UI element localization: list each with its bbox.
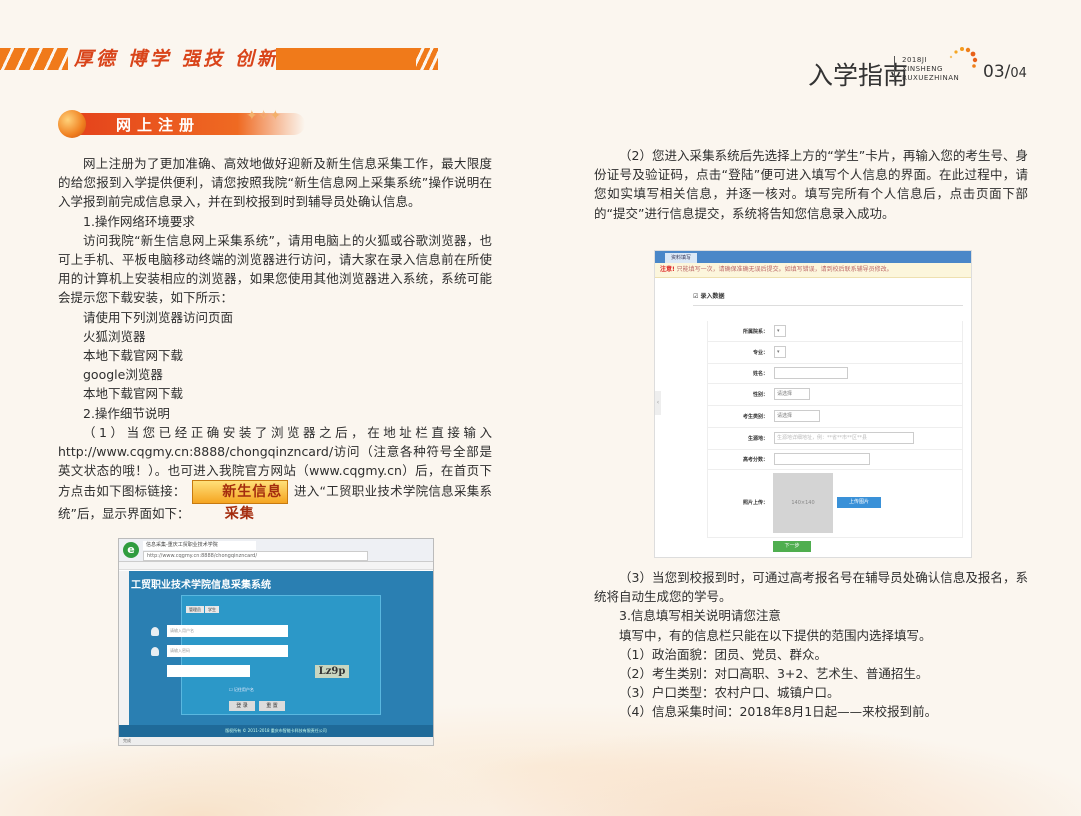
browser-paragraph: 访问我院“新生信息网上采集系统”，请用电脑上的火狐或谷歌浏览器，也可上手机、平板… (58, 232, 492, 306)
field-label: 考生类别： (742, 414, 768, 420)
info-collect-link-button[interactable]: 新生信息采集 (191, 480, 288, 522)
password-input[interactable]: 请输入密码 (167, 645, 288, 657)
login-buttons: 登 录重 置 (229, 701, 289, 711)
browser-toolbar: e 信息采集-重庆工贸职业技术学院 http://www.cqgmy.cn:88… (119, 539, 433, 562)
favorites-bar (119, 562, 433, 570)
next-button[interactable]: 下一步 (773, 541, 811, 552)
system-title: 工贸职业技术学院信息采集系统 (131, 580, 271, 591)
user-icon (151, 627, 159, 636)
browser-tab[interactable]: 信息采集-重庆工贸职业技术学院 (143, 541, 256, 550)
notes-list-item: （3）户口类型：农村户口、城镇户口。 (619, 685, 840, 701)
field-label: 生源地： (747, 436, 768, 442)
major-select[interactable]: ▾ (774, 346, 786, 358)
header-bar (276, 48, 416, 70)
browser-list-item: google浏览器 (83, 367, 163, 383)
browser-list-item: 火狐浏览器 (83, 328, 146, 344)
right-column-lower: （3）当您到校报到时，可通过高考报名号在辅导员处确认信息及报名，系统将自动生成您… (594, 568, 1028, 722)
field-label: 性别： (752, 392, 768, 398)
app-footer: 版权所有 © 2011-2018 重庆市智能卡科技有限责任公司 (119, 725, 433, 737)
username-input[interactable]: 请输入用户名 (167, 625, 288, 637)
header-stripes (0, 48, 68, 70)
heading-environment: 1.操作网络环境要求 (83, 213, 195, 229)
browser-logo-icon: e (123, 542, 139, 558)
browser-list-item: 请使用下列浏览器访问页面 (83, 309, 234, 325)
browser-list-item: 本地下载官网下载 (83, 348, 184, 364)
dots-decoration-icon (949, 47, 978, 68)
login-tabs: 管理员 学生 (186, 606, 220, 613)
browser-list-item: 本地下载官网下载 (83, 386, 184, 402)
score-input[interactable] (774, 453, 870, 465)
category-select[interactable]: 请选择 (774, 410, 820, 422)
origin-input[interactable]: 生源地详细地址，例：**省**市**区**县 (774, 432, 914, 444)
form-row: 高考分数： (707, 449, 963, 470)
intro-paragraph: 网上注册为了更加准确、高效地做好迎新及新生信息采集工作，最大限度的给您报到入学提… (58, 156, 492, 210)
left-column: 网上注册为了更加准确、高效地做好迎新及新生信息采集工作，最大限度的给您报到入学提… (58, 154, 492, 524)
form-row: 专业： ▾ (707, 341, 963, 364)
student-login-paragraph: （2）您进入采集系统后先选择上方的“学生”卡片，再输入您的考生号、身份证号及验证… (594, 148, 1028, 221)
field-label: 照片上传： (742, 500, 768, 506)
tab-student[interactable]: 学生 (205, 606, 219, 613)
heading-notes: 3.信息填写相关说明请您注意 (619, 608, 781, 624)
notes-list-item: （2）考生类别：对口高职、3+2、艺术生、普通招生。 (619, 666, 929, 682)
status-bar: 完成 (119, 737, 433, 745)
form-row: 所属院系： ▾ (707, 321, 963, 342)
upload-button[interactable]: 上传图片 (837, 497, 881, 508)
right-column: （2）您进入采集系统后先选择上方的“学生”卡片，再输入您的考生号、身份证号及验证… (594, 146, 1028, 223)
login-screenshot: e 信息采集-重庆工贸职业技术学院 http://www.cqgmy.cn:88… (118, 538, 434, 746)
form-screenshot: 资料填写 注意! 只能填写一次，请确保准确无误后提交。如填写错误，请到校后联系辅… (654, 250, 972, 558)
notes-list-item: （1）政治面貌：团员、党员、群众。 (619, 646, 827, 662)
checkin-paragraph: （3）当您到校报到时，可通过高考报名号在辅导员处确认信息及报名，系统将自动生成您… (594, 570, 1028, 605)
login-button[interactable]: 登 录 (229, 701, 255, 711)
field-label: 所属院系： (742, 329, 768, 335)
form-row: 生源地： 生源地详细地址，例：**省**市**区**县 (707, 427, 963, 450)
field-label: 专业： (752, 350, 768, 356)
user-icon (151, 647, 159, 656)
form-row: 考生类别： 请选择 (707, 405, 963, 428)
field-label: 姓名： (752, 371, 768, 377)
notice-bar: 注意! 只能填写一次，请确保准确无误后提交。如填写错误，请到校后联系辅导员修改。 (655, 263, 971, 278)
divider (894, 56, 895, 82)
department-select[interactable]: ▾ (774, 325, 786, 337)
notes-paragraph: 填写中，有的信息栏只能在以下提供的范围内选择填写。 (619, 627, 932, 643)
photo-placeholder: 140×140 (773, 473, 833, 533)
gender-select[interactable]: 请选择 (774, 388, 810, 400)
form-row: 照片上传： (707, 469, 963, 538)
name-input[interactable] (774, 367, 848, 379)
tab-fill-info[interactable]: 资料填写 (665, 253, 698, 263)
form-row: 性别： 请选择 (707, 383, 963, 406)
details-paragraph: （1）当您已经正确安装了浏览器之后，在地址栏直接输入http://www.cqg… (58, 424, 492, 523)
field-label: 高考分数： (742, 457, 768, 463)
address-bar[interactable]: http://www.cqgmy.cn:8888/chongqinzncard/ (143, 551, 368, 561)
stars-icon: ✦✧✦ (246, 108, 282, 124)
badge-ball-icon (58, 110, 86, 138)
divider (693, 305, 963, 306)
heading-details: 2.操作细节说明 (83, 405, 170, 421)
side-toolbar (119, 571, 129, 737)
tab-admin[interactable]: 管理员 (186, 606, 204, 613)
captcha-image[interactable]: Lz9p (315, 665, 349, 678)
form-header: 资料填写 (655, 251, 971, 263)
notes-list-item: （4）信息采集时间：2018年8月1日起——来校报到前。 (619, 704, 938, 720)
captcha-input[interactable] (167, 665, 250, 677)
school-motto: 厚德 博学 强技 创新 (74, 48, 279, 70)
form-row: 姓名： (707, 363, 963, 384)
remember-checkbox[interactable]: ☐ 记住用户名 (229, 687, 254, 693)
form-section-title: ☑ 录入数据 (693, 293, 725, 300)
reset-button[interactable]: 重 置 (259, 701, 285, 711)
section-title: 网上注册 (116, 116, 201, 134)
guide-title: 入学指南 (808, 61, 909, 90)
page-number: 03/04 (983, 62, 1027, 82)
collapse-arrow-icon[interactable]: ‹ (655, 391, 661, 415)
header-stripes-right (416, 48, 438, 70)
